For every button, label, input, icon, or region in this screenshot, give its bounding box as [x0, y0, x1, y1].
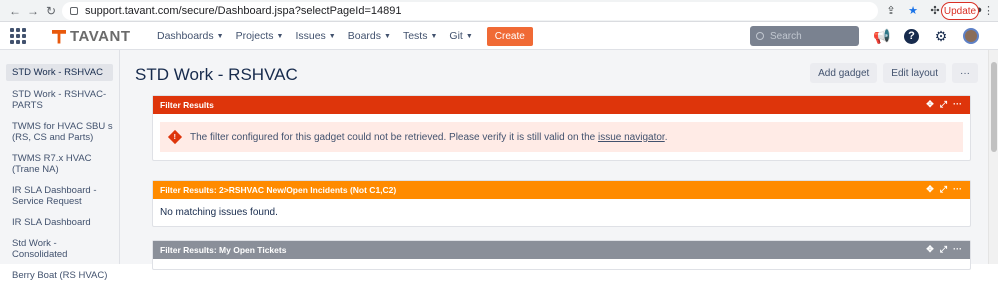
gadget-menu-icon[interactable]: ··· — [953, 99, 962, 110]
main-menu: Dashboards ▼ Projects ▼ Issues ▼ Boards ▼ Te… — [157, 22, 533, 50]
chevron-down-icon: ▼ — [216, 32, 224, 40]
gadget-my-open-tickets: Filter Results: My Open Tickets ✥ ⤢ ··· — [152, 240, 971, 270]
sidebar-item-std-work-rshvac[interactable]: STD Work - RSHVAC — [6, 64, 113, 81]
help-icon[interactable]: ? — [904, 28, 919, 44]
maximize-icon[interactable]: ⤢ — [940, 244, 947, 255]
chrome-menu-icon[interactable]: ⋮ — [983, 4, 994, 17]
search-input[interactable]: Search — [750, 26, 859, 46]
no-results-text: No matching issues found. — [160, 207, 278, 218]
sidebar-item-twms-r7-hvac[interactable]: TWMS R7.x HVAC (Trane NA) — [0, 150, 119, 178]
gadget-header: Filter Results: My Open Tickets ✥ ⤢ ··· — [153, 241, 970, 259]
app-switcher-icon[interactable] — [10, 28, 26, 44]
sidebar-item-std-work-consolidated[interactable]: Std Work - Consolidated — [0, 235, 119, 263]
gadget-header: Filter Results: 2>RSHVAC New/Open Incide… — [153, 181, 970, 199]
chevron-down-icon: ▼ — [465, 32, 473, 40]
dashboard-main: STD Work - RSHVAC Add gadget Edit layout… — [120, 50, 998, 270]
gadget-menu-icon[interactable]: ··· — [953, 184, 962, 195]
add-gadget-button[interactable]: Add gadget — [810, 63, 878, 83]
lock-icon — [70, 7, 78, 15]
menu-tests[interactable]: Tests ▼ — [403, 30, 437, 42]
menu-dashboards[interactable]: Dashboards ▼ — [157, 30, 224, 42]
create-button[interactable]: Create — [486, 26, 533, 46]
issue-navigator-link[interactable]: issue navigator — [598, 132, 665, 143]
maximize-icon[interactable]: ⤢ — [940, 99, 947, 110]
menu-projects[interactable]: Projects ▼ — [236, 30, 284, 42]
url-text: support.tavant.com/secure/Dashboard.jspa… — [85, 5, 402, 17]
search-placeholder: Search — [770, 30, 802, 42]
tavant-logo-icon — [52, 29, 66, 44]
dashboard-sidebar: STD Work - RSHVAC STD Work - RSHVAC-PART… — [0, 50, 120, 281]
error-icon: ! — [167, 129, 183, 145]
maximize-icon[interactable]: ⤢ — [940, 184, 947, 195]
scrollbar-thumb[interactable] — [991, 62, 997, 152]
menu-issues[interactable]: Issues ▼ — [295, 30, 335, 42]
gadget-header: Filter Results ✥ ⤢ ··· — [153, 96, 970, 114]
gadget-menu-icon[interactable]: ··· — [953, 244, 962, 255]
bookmark-star-icon[interactable]: ★ — [906, 3, 920, 17]
sidebar-item-berry-boat[interactable]: Berry Boat (RS HVAC) — [0, 267, 119, 284]
sidebar-item-ir-sla-service-request[interactable]: IR SLA Dashboard - Service Request — [0, 182, 119, 210]
gadget-title: Filter Results — [160, 100, 214, 110]
move-icon[interactable]: ✥ — [926, 184, 934, 195]
move-icon[interactable]: ✥ — [926, 99, 934, 110]
error-message: ! The filter configured for this gadget … — [160, 122, 963, 152]
edit-layout-button[interactable]: Edit layout — [883, 63, 946, 83]
back-icon[interactable]: ← — [6, 4, 24, 18]
error-end: . — [664, 131, 668, 143]
move-icon[interactable]: ✥ — [926, 244, 934, 255]
chevron-down-icon: ▼ — [328, 32, 336, 40]
gadget-title: Filter Results: 2>RSHVAC New/Open Incide… — [160, 185, 397, 195]
gadget-filter-results: Filter Results ✥ ⤢ ··· ! The filter conf… — [152, 95, 971, 161]
sidebar-item-std-work-rshvac-parts[interactable]: STD Work - RSHVAC-PARTS — [0, 86, 119, 114]
more-actions-button[interactable]: ··· — [952, 63, 978, 83]
reload-icon[interactable]: ↻ — [42, 4, 60, 18]
chevron-down-icon: ▼ — [276, 32, 284, 40]
forward-icon[interactable]: → — [24, 4, 42, 18]
gear-icon[interactable]: ⚙ — [932, 27, 950, 45]
page-title: STD Work - RSHVAC — [135, 65, 298, 84]
avatar[interactable] — [963, 28, 979, 44]
extensions-icon[interactable]: ✣ — [928, 3, 942, 17]
search-icon — [756, 32, 764, 40]
tavant-logo[interactable]: TAVANT — [52, 28, 131, 45]
megaphone-icon[interactable]: 📢 — [873, 27, 891, 45]
update-button[interactable]: Update — [941, 2, 979, 20]
error-text: The filter configured for this gadget co… — [190, 131, 598, 143]
gadget-title: Filter Results: My Open Tickets — [160, 245, 287, 255]
sidebar-item-ir-sla-dashboard[interactable]: IR SLA Dashboard — [0, 214, 119, 231]
gadget-rshvac-incidents: Filter Results: 2>RSHVAC New/Open Incide… — [152, 180, 971, 227]
address-bar[interactable]: support.tavant.com/secure/Dashboard.jspa… — [62, 2, 878, 20]
chevron-down-icon: ▼ — [430, 32, 438, 40]
top-navigation: TAVANT Dashboards ▼ Projects ▼ Issues ▼ Boa… — [0, 22, 998, 50]
sidebar-item-twms-hvac-sbu[interactable]: TWMS for HVAC SBU s (RS, CS and Parts) — [0, 118, 119, 146]
chevron-down-icon: ▼ — [384, 32, 391, 40]
browser-toolbar: ← → ↻ support.tavant.com/secure/Dashboar… — [0, 0, 998, 22]
page-scrollbar[interactable] — [988, 50, 998, 264]
logo-text: TAVANT — [70, 28, 131, 45]
menu-git[interactable]: Git ▼ — [449, 30, 472, 42]
share-icon[interactable]: ⇪ — [884, 3, 898, 17]
menu-boards[interactable]: Boards ▼ — [348, 30, 391, 42]
